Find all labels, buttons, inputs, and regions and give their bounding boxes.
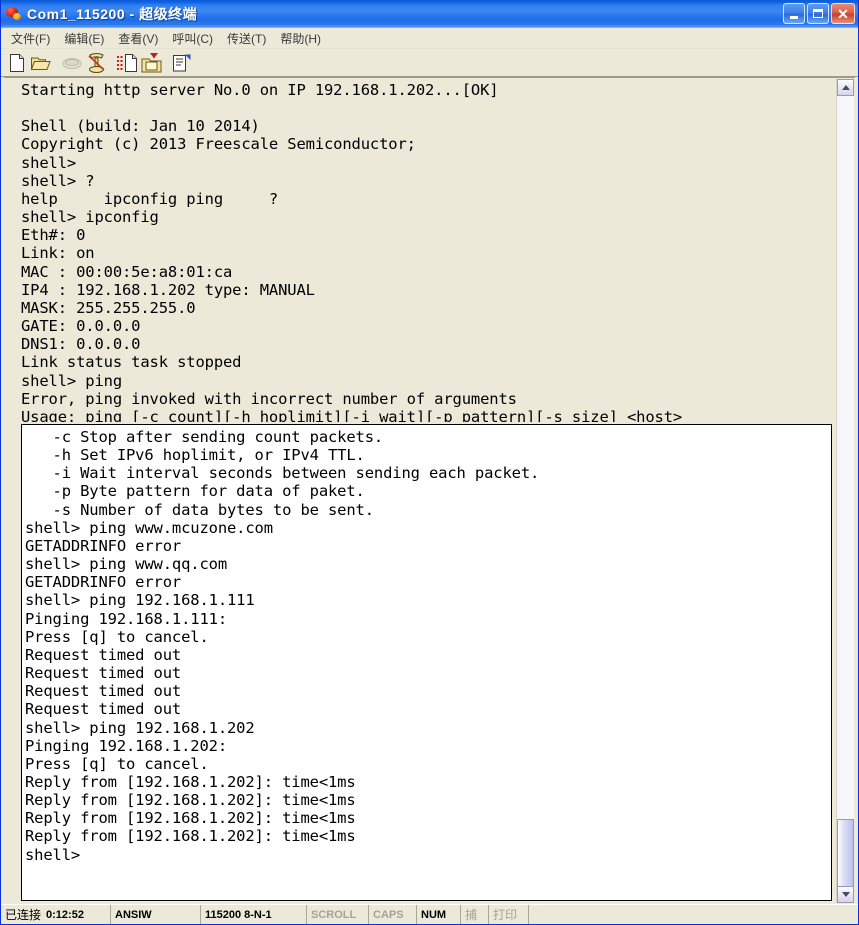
menu-call[interactable]: 呼叫(C): [165, 29, 220, 48]
caption-buttons: ✕: [783, 3, 855, 24]
terminal-frame: Starting http server No.0 on IP 192.168.…: [4, 77, 855, 904]
hyperterminal-icon: [5, 5, 23, 23]
open-file-icon: [31, 57, 51, 70]
status-bar: 已连接 0:12:52 ANSIW 115200 8-N-1 SCROLL CA…: [1, 904, 858, 924]
disconnect-phone-icon: [62, 58, 82, 69]
scroll-up-button[interactable]: [837, 79, 854, 96]
receive-file-icon: [141, 52, 161, 72]
scroll-down-icon: [841, 892, 850, 897]
terminal-top-text: Starting http server No.0 on IP 192.168.…: [21, 81, 683, 422]
disconnect-button[interactable]: [60, 51, 84, 74]
status-print-echo: 打印: [489, 905, 529, 924]
vertical-scrollbar[interactable]: [836, 79, 854, 903]
scrollbar-thumb[interactable]: [837, 819, 854, 889]
terminal-console[interactable]: -c Stop after sending count packets. -h …: [21, 424, 832, 901]
scroll-down-button[interactable]: [837, 886, 854, 903]
title-bar[interactable]: Com1_115200 - 超级终端 ✕: [1, 0, 858, 28]
new-connection-button[interactable]: [5, 51, 29, 74]
status-num-lock: NUM: [417, 905, 461, 924]
menu-help[interactable]: 帮助(H): [273, 29, 328, 48]
maximize-button[interactable]: [807, 3, 829, 24]
send-file-icon: [116, 53, 137, 72]
menu-view[interactable]: 查看(V): [111, 29, 165, 48]
status-scroll-lock: SCROLL: [307, 905, 369, 924]
status-capture: 捕: [461, 905, 489, 924]
receive-file-button[interactable]: [139, 51, 163, 74]
menu-file[interactable]: 文件(F): [4, 29, 57, 48]
toolbar: [1, 49, 858, 77]
status-emulation: ANSIW: [111, 905, 201, 924]
menu-bar: 文件(F) 编辑(E) 查看(V) 呼叫(C) 传送(T) 帮助(H): [1, 28, 858, 49]
open-file-button[interactable]: [29, 51, 53, 74]
menu-edit[interactable]: 编辑(E): [57, 29, 111, 48]
scroll-up-icon: [841, 85, 850, 90]
status-connection: 已连接 0:12:52: [1, 905, 111, 924]
minimize-button[interactable]: [783, 3, 805, 24]
properties-icon: [173, 54, 191, 71]
send-file-button[interactable]: [115, 51, 139, 74]
call-button[interactable]: [84, 51, 108, 74]
scrollbar-track[interactable]: [837, 96, 854, 886]
client-area: Starting http server No.0 on IP 192.168.…: [1, 77, 858, 904]
menu-transfer[interactable]: 传送(T): [220, 29, 273, 48]
close-icon: ✕: [837, 5, 849, 22]
close-button[interactable]: ✕: [831, 3, 855, 24]
terminal-console-wrap: -c Stop after sending count packets. -h …: [4, 422, 855, 904]
minimize-icon: [790, 15, 798, 19]
status-filler: [529, 905, 858, 924]
hyperterminal-window: Com1_115200 - 超级终端 ✕ 文件(F) 编辑(E) 查看(V) 呼…: [0, 0, 859, 925]
window-title: Com1_115200 - 超级终端: [27, 6, 198, 22]
new-connection-icon: [9, 53, 24, 72]
status-line-settings: 115200 8-N-1: [201, 905, 307, 924]
maximize-icon: [813, 9, 823, 18]
properties-button[interactable]: [170, 51, 194, 74]
terminal-transcript-top[interactable]: Starting http server No.0 on IP 192.168.…: [4, 78, 855, 422]
terminal-bottom-text: -c Stop after sending count packets. -h …: [25, 428, 540, 864]
status-connected-time: 0:12:52: [46, 908, 84, 921]
status-connected-label: 已连接: [5, 908, 42, 922]
status-caps-lock: CAPS: [369, 905, 417, 924]
call-phone-icon: [87, 52, 105, 73]
